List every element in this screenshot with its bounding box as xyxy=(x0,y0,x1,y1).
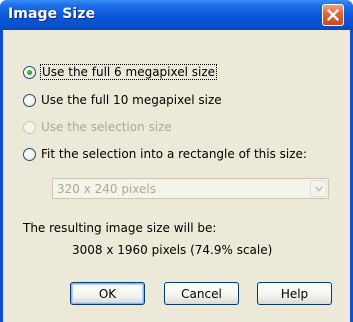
option-full-10mp[interactable]: Use the full 10 megapixel size xyxy=(23,92,222,108)
help-button-label: Help xyxy=(280,286,309,301)
result-caption: The resulting image size will be: xyxy=(23,221,217,235)
result-value: 3008 x 1960 pixels (74.9% scale) xyxy=(72,243,273,257)
size-select-value: 320 x 240 pixels xyxy=(57,182,157,196)
size-select-dropdown-button xyxy=(310,180,327,197)
option-selection-size: Use the selection size xyxy=(23,119,172,135)
option-full-10mp-label[interactable]: Use the full 10 megapixel size xyxy=(41,93,222,107)
option-selection-size-label: Use the selection size xyxy=(41,120,172,134)
ok-button-label: OK xyxy=(98,286,117,301)
option-full-6mp[interactable]: Use the full 6 megapixel size xyxy=(23,64,218,80)
option-fit-rectangle-radio[interactable] xyxy=(23,147,36,161)
option-full-6mp-label[interactable]: Use the full 6 megapixel size xyxy=(39,64,218,80)
option-fit-rectangle-label[interactable]: Fit the selection into a rectangle of th… xyxy=(41,147,307,161)
image-size-dialog: Image Size Use the full 6 megapixel size… xyxy=(0,0,353,322)
dialog-title: Image Size xyxy=(8,6,96,22)
option-fit-rectangle[interactable]: Fit the selection into a rectangle of th… xyxy=(23,146,307,162)
dialog-body: Use the full 6 megapixel size Use the fu… xyxy=(3,30,350,322)
option-full-10mp-radio[interactable] xyxy=(23,93,36,107)
size-select: 320 x 240 pixels xyxy=(52,178,329,199)
cancel-button[interactable]: Cancel xyxy=(164,282,239,305)
help-button[interactable]: Help xyxy=(257,282,332,305)
option-selection-size-radio xyxy=(23,120,36,134)
ok-button[interactable]: OK xyxy=(70,282,145,305)
chevron-down-icon xyxy=(315,186,323,192)
close-icon xyxy=(327,9,339,21)
cancel-button-label: Cancel xyxy=(181,286,222,301)
close-button[interactable] xyxy=(322,4,344,26)
option-full-6mp-radio[interactable] xyxy=(23,65,36,79)
title-bar[interactable]: Image Size xyxy=(0,0,353,30)
